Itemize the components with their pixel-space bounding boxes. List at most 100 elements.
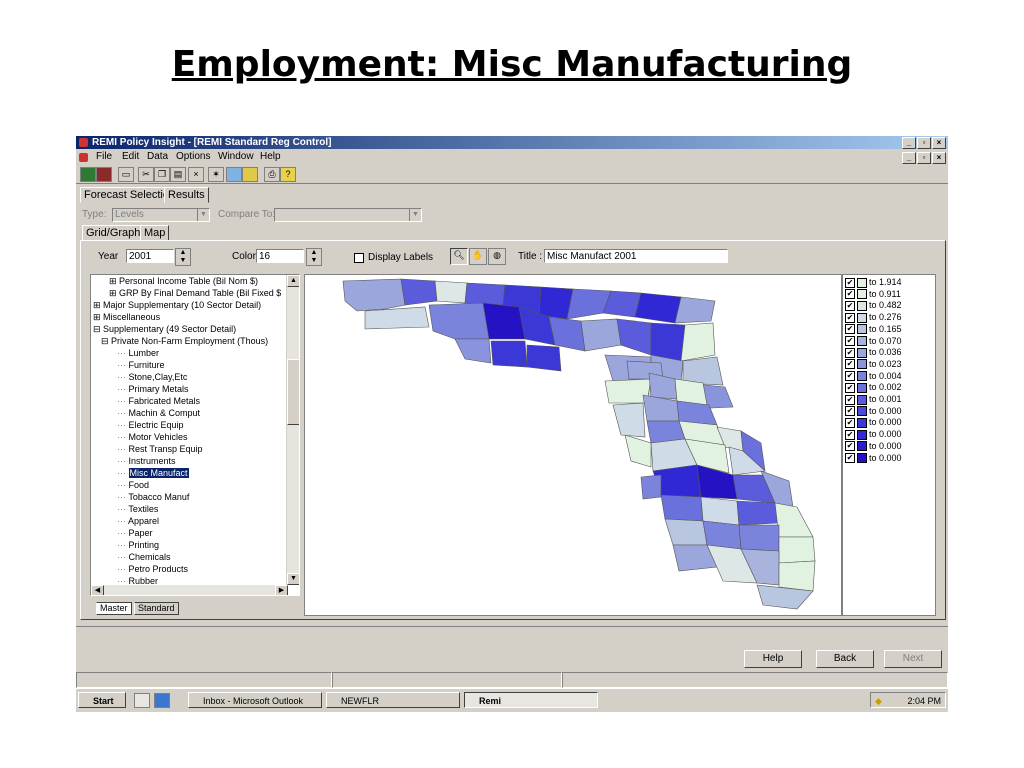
sheet-tab-master[interactable]: Master	[96, 602, 132, 615]
zoom-icon[interactable]: 🔍︎	[450, 248, 468, 265]
tree-item[interactable]: ⊞ Miscellaneous	[93, 311, 160, 323]
delete-icon[interactable]: ×	[188, 167, 204, 182]
tree-item[interactable]: ··· Furniture	[117, 359, 165, 371]
globe-icon[interactable]: ◍	[488, 248, 506, 265]
next-button[interactable]: Next	[884, 650, 942, 668]
expand-icon[interactable]: ⊞	[109, 288, 119, 298]
menu-file[interactable]: File	[96, 150, 112, 164]
tree-item[interactable]: ··· Lumber	[117, 347, 159, 359]
type-select[interactable]: Levels ▼	[112, 208, 210, 222]
florida-choropleth-map[interactable]	[304, 274, 842, 616]
legend-item[interactable]: ✔ to 0.000	[845, 417, 902, 428]
menu-options[interactable]: Options	[176, 150, 210, 164]
expand-icon[interactable]: ⊞	[93, 312, 103, 322]
tree-item[interactable]: ··· Tobacco Manuf	[117, 491, 189, 503]
tray-icon[interactable]: ◆	[875, 693, 882, 709]
legend-checkbox[interactable]: ✔	[845, 336, 855, 346]
legend-item[interactable]: ✔ to 0.165	[845, 324, 902, 335]
legend-checkbox[interactable]: ✔	[845, 300, 855, 311]
scroll-left-icon[interactable]: ◀	[91, 585, 104, 595]
open-icon[interactable]	[80, 167, 96, 182]
taskbar-item-remi[interactable]: Remi	[464, 692, 598, 708]
map-title-field[interactable]: Misc Manufact 2001	[544, 249, 728, 263]
tree-item[interactable]: ⊞ Personal Income Table (Bil Nom $)	[109, 275, 258, 287]
tree-item[interactable]: ··· Food	[117, 479, 149, 491]
window-titlebar[interactable]: REMI Policy Insight - [REMI Standard Reg…	[76, 136, 948, 149]
legend-checkbox[interactable]: ✔	[845, 429, 855, 440]
legend-checkbox[interactable]: ✔	[845, 406, 855, 417]
table-icon[interactable]	[242, 167, 258, 182]
legend-item[interactable]: ✔ to 0.000	[845, 441, 902, 452]
scroll-down-icon[interactable]: ▼	[287, 573, 299, 585]
expand-icon[interactable]: ⊞	[93, 300, 103, 310]
legend-item[interactable]: ✔ to 0.482	[845, 300, 902, 311]
cut-icon[interactable]: ✂	[138, 167, 154, 182]
tree-item[interactable]: ··· Textiles	[117, 503, 158, 515]
tree-item[interactable]: ··· Electric Equip	[117, 419, 184, 431]
tree-item[interactable]: ··· Instruments	[117, 455, 176, 467]
legend-item[interactable]: ✔ to 0.002	[845, 382, 902, 393]
browser-icon[interactable]	[154, 693, 170, 708]
legend-checkbox[interactable]: ✔	[845, 347, 855, 358]
help-button[interactable]: Help	[744, 650, 802, 668]
back-button[interactable]: Back	[816, 650, 874, 668]
year-spinner[interactable]: ▲ ▼	[175, 248, 191, 266]
paste-icon[interactable]: ▤	[170, 167, 186, 182]
show-desktop-icon[interactable]	[134, 693, 150, 708]
tree-item[interactable]: ⊟ Private Non-Farm Employment (Thous)	[101, 335, 268, 347]
legend-checkbox[interactable]: ✔	[845, 371, 855, 382]
scroll-right-icon[interactable]: ▶	[275, 585, 288, 595]
tree-vscrollbar[interactable]: ▲ ▼	[286, 275, 299, 585]
tree-item[interactable]: ··· Misc Manufact	[117, 467, 189, 479]
tab-grid-graph[interactable]: Grid/Graph	[82, 225, 145, 241]
legend-checkbox[interactable]: ✔	[845, 359, 855, 370]
legend-item[interactable]: ✔ to 0.000	[845, 453, 902, 464]
colors-field[interactable]: 16	[256, 249, 304, 263]
menu-window[interactable]: Window	[218, 150, 254, 164]
legend-item[interactable]: ✔ to 0.001	[845, 394, 902, 405]
legend-checkbox[interactable]: ✔	[845, 312, 855, 323]
legend-item[interactable]: ✔ to 0.070	[845, 336, 902, 347]
print-icon[interactable]: ⎙	[264, 167, 280, 182]
tree-item[interactable]: ··· Stone,Clay,Etc	[117, 371, 187, 383]
tree-item[interactable]: ··· Apparel	[117, 515, 159, 527]
colors-spinner[interactable]: ▲ ▼	[306, 248, 322, 266]
tree-item[interactable]: ··· Rest Transp Equip	[117, 443, 203, 455]
scroll-up-icon[interactable]: ▲	[287, 275, 299, 287]
close-icon[interactable]: ×	[932, 137, 946, 149]
tree-item[interactable]: ··· Printing	[117, 539, 159, 551]
copy-icon[interactable]: ❐	[154, 167, 170, 182]
child-minimize-icon[interactable]: _	[902, 152, 916, 164]
tree-item[interactable]: ··· Motor Vehicles	[117, 431, 188, 443]
legend-item[interactable]: ✔ to 0.911	[845, 289, 901, 300]
tab-map[interactable]: Map	[140, 225, 170, 241]
close-doc-icon[interactable]	[96, 167, 112, 182]
tree-item[interactable]: ··· Machin & Comput	[117, 407, 200, 419]
scroll-thumb[interactable]	[287, 359, 299, 425]
collapse-icon[interactable]: ⊟	[93, 324, 103, 334]
legend-checkbox[interactable]: ✔	[845, 417, 855, 428]
legend-checkbox[interactable]: ✔	[845, 453, 855, 463]
start-button[interactable]: Start	[78, 692, 126, 708]
child-restore-icon[interactable]: ▫	[917, 152, 931, 164]
save-icon[interactable]: ▭	[118, 167, 134, 182]
pan-hand-icon[interactable]: ✋	[469, 248, 487, 265]
tree-item[interactable]: ⊞ GRP By Final Demand Table (Bil Fixed $	[109, 287, 281, 299]
tree-item[interactable]: ··· Primary Metals	[117, 383, 189, 395]
tree-item[interactable]: ··· Paper	[117, 527, 153, 539]
year-field[interactable]: 2001	[126, 249, 174, 263]
tree-item[interactable]: ··· Fabricated Metals	[117, 395, 200, 407]
menu-data[interactable]: Data	[147, 150, 168, 164]
expand-icon[interactable]: ⊞	[109, 276, 119, 286]
tree-hscrollbar[interactable]: ◀ ▶	[91, 585, 288, 595]
taskbar-item-newflr[interactable]: NEWFLR	[326, 692, 460, 708]
legend-checkbox[interactable]: ✔	[845, 394, 855, 405]
tree-item[interactable]: ··· Chemicals	[117, 551, 171, 563]
chart-icon[interactable]	[226, 167, 242, 182]
legend-item[interactable]: ✔ to 0.276	[845, 312, 902, 323]
sheet-tab-standard[interactable]: Standard	[134, 602, 179, 615]
collapse-icon[interactable]: ⊟	[101, 336, 111, 346]
legend-item[interactable]: ✔ to 0.000	[845, 429, 902, 440]
display-labels-checkbox[interactable]	[354, 253, 364, 263]
tab-results[interactable]: Results	[164, 187, 209, 203]
